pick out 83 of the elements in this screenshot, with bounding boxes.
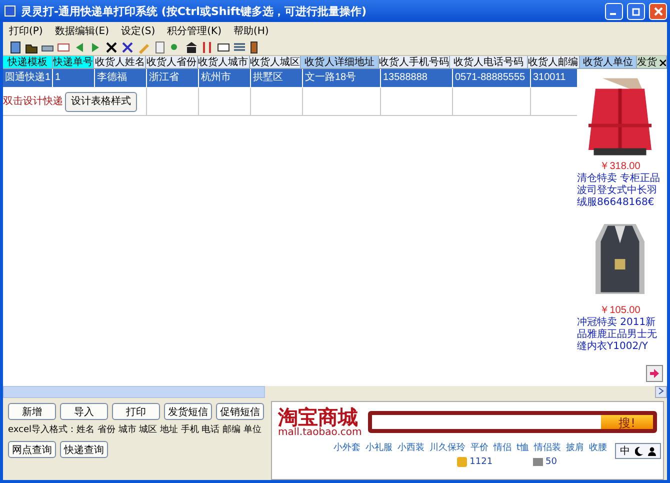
column-header[interactable]: 收货人城区: [250, 56, 302, 69]
table-cell: 1: [53, 69, 95, 88]
card-icon[interactable]: [217, 40, 230, 54]
moon-icon[interactable]: [635, 446, 643, 456]
person-icon[interactable]: [648, 446, 656, 456]
menu-item[interactable]: 打印(P): [9, 24, 43, 37]
query-button[interactable]: 快递查询: [60, 441, 108, 458]
search-button[interactable]: 搜!: [601, 415, 653, 429]
tag-link[interactable]: 小礼服: [365, 441, 392, 454]
table-cell: 0571-88885555: [453, 69, 531, 88]
page-icon[interactable]: [153, 40, 166, 54]
column-header[interactable]: 收货人邮编: [528, 56, 580, 69]
horizontal-scrollbar[interactable]: [3, 386, 265, 398]
restore-icon: [632, 6, 640, 16]
action-button[interactable]: 促销短信: [216, 403, 264, 420]
table-cell: 浙江省: [147, 69, 199, 88]
tag-link[interactable]: 川久保玲: [429, 441, 466, 454]
tag-link[interactable]: 收腰: [589, 441, 607, 454]
status-count: 1121: [470, 457, 493, 467]
design-hint: 双击设计快递: [3, 94, 63, 109]
close-button[interactable]: [649, 2, 667, 20]
column-header[interactable]: 收货人手机号码: [378, 56, 450, 69]
menu-item[interactable]: 积分管理(K): [167, 24, 222, 37]
product-title[interactable]: 清仓特卖 专柜正品波司登女式中长羽绒服86648168€: [577, 173, 663, 209]
column-header[interactable]: 收货人详细地址: [301, 56, 379, 69]
restore-button[interactable]: [627, 2, 645, 20]
tag-link[interactable]: 情侣装: [534, 441, 561, 454]
action-button[interactable]: 打印: [112, 403, 160, 420]
table-cell: 拱墅区: [251, 69, 303, 88]
action-button[interactable]: 导入: [60, 403, 108, 420]
domain-text: mall.taobao.com: [278, 428, 362, 438]
table-cell: [381, 88, 453, 116]
list-icon[interactable]: [233, 40, 246, 54]
coin-icon: [456, 457, 468, 467]
tag-link[interactable]: t恤: [516, 441, 529, 454]
taobao-logo[interactable]: 淘宝商城: [278, 406, 362, 428]
screen-icon: [532, 457, 544, 467]
table-cell: 文一路18号: [303, 69, 381, 88]
menu-item[interactable]: 数据编辑(E): [54, 24, 109, 37]
column-header[interactable]: 收货人城市: [198, 56, 250, 69]
column-header[interactable]: 快递模板: [3, 56, 53, 69]
table-cell: 13588888: [381, 69, 453, 88]
arrow-right-icon: [650, 369, 659, 378]
table-cell: [199, 88, 251, 116]
design-table-button[interactable]: 设计表格样式: [65, 92, 137, 112]
scroll-right-button[interactable]: [655, 386, 667, 398]
table-cell: [251, 88, 303, 116]
ime-mode[interactable]: 中: [620, 444, 630, 458]
status-count: 50: [546, 457, 557, 467]
column-header[interactable]: 发货: [637, 56, 667, 69]
menu-item[interactable]: 帮助(H): [234, 24, 269, 37]
column-header[interactable]: 收货人电话号码: [450, 56, 528, 69]
table-cell: 圆通快递1: [3, 69, 53, 88]
search-field[interactable]: 搜!: [368, 411, 657, 433]
column-header[interactable]: 收货人姓名: [94, 56, 146, 69]
import-format-text: excel导入格式：姓名 省份 城市 城区 地址 手机 电话 邮编 单位: [7, 424, 262, 436]
minimize-button[interactable]: [605, 2, 623, 20]
table-cell: 杭州市: [199, 69, 251, 88]
tag-link[interactable]: 平价: [470, 441, 488, 454]
price: ￥105.00: [600, 304, 640, 316]
column-header[interactable]: 收货人单位: [580, 56, 638, 69]
action-button[interactable]: 发货短信: [164, 403, 212, 420]
tag-link[interactable]: 情侣: [493, 441, 512, 454]
column-header[interactable]: 快递单号: [52, 56, 94, 69]
chevron-right-icon: [658, 387, 664, 395]
delete-icon[interactable]: [105, 40, 118, 54]
action-button[interactable]: 新增: [8, 403, 56, 420]
close-icon: [654, 6, 662, 16]
tag-link[interactable]: 小西装: [397, 441, 424, 454]
tag-link[interactable]: 披肩: [566, 441, 584, 454]
next-button[interactable]: [646, 365, 663, 382]
app-icon: [3, 4, 17, 18]
column-header[interactable]: 收货人省份: [146, 56, 198, 69]
tag-link[interactable]: 小外套: [333, 441, 360, 454]
cross-icon[interactable]: [121, 40, 134, 54]
close-icon[interactable]: [659, 59, 666, 66]
product-title[interactable]: 冲冠特卖 2011新品雅鹿正品男士无缝内衣Y1002/Y: [577, 317, 663, 353]
query-button[interactable]: 网点查询: [8, 441, 56, 458]
document-icon[interactable]: [9, 40, 22, 54]
table-cell: 李德福: [95, 69, 147, 88]
price: ￥318.00: [600, 160, 640, 172]
menu-item[interactable]: 设定(S): [120, 24, 156, 37]
window-title: 灵灵打-通用快递单打印系统 (按Ctrl或Shift键多选，可进行批量操作): [21, 4, 368, 18]
